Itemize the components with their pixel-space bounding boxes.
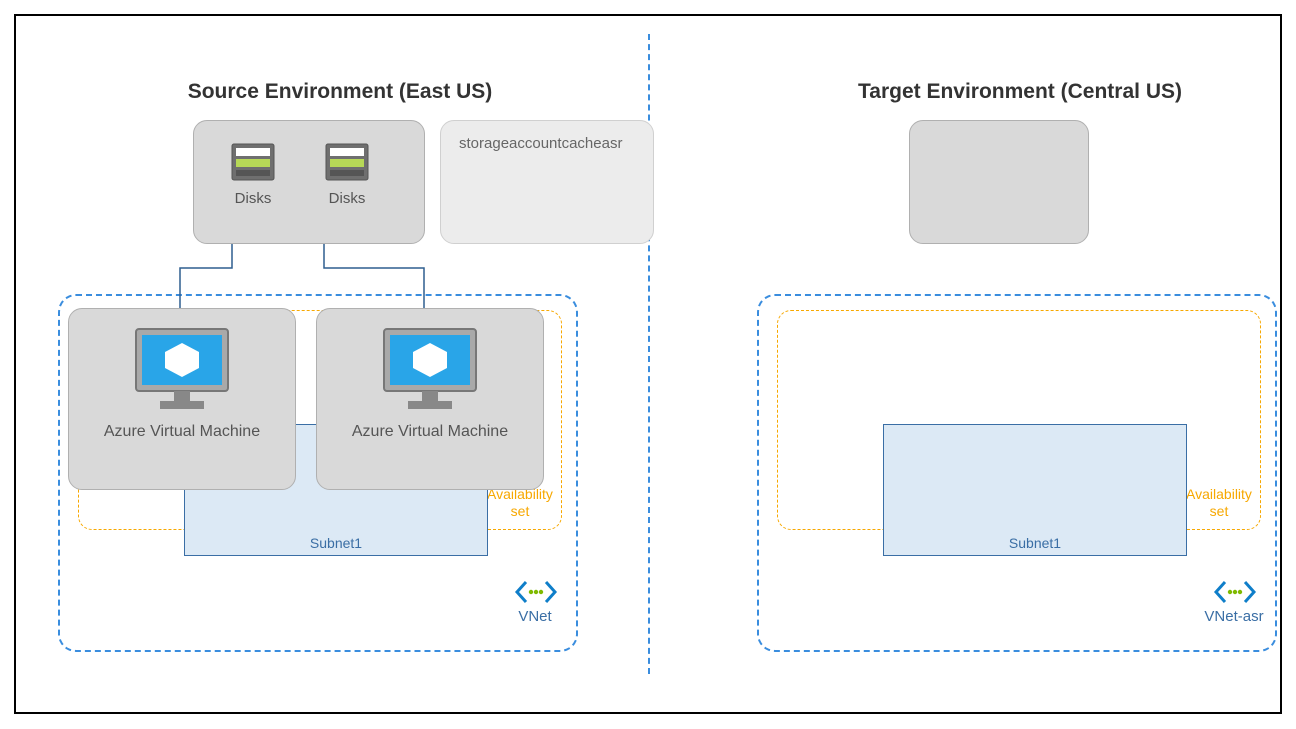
target-subnet-label: Subnet1 — [884, 535, 1186, 551]
vm-icon — [382, 327, 478, 418]
source-title: Source Environment (East US) — [140, 80, 540, 104]
disk-icon — [231, 143, 275, 181]
source-disks-box: Disks Disks — [193, 120, 425, 244]
vm-icon — [134, 327, 230, 418]
source-vm-1: Azure Virtual Machine — [68, 308, 296, 490]
vm-1-label: Azure Virtual Machine — [69, 423, 295, 441]
target-title: Target Environment (Central US) — [820, 80, 1220, 104]
source-availability-label: Availability set — [480, 486, 560, 520]
vnet-icon — [1213, 579, 1257, 610]
storage-cache-label: storageaccountcacheasr — [459, 135, 622, 152]
target-subnet: Subnet1 — [883, 424, 1187, 556]
vnet-icon — [514, 579, 558, 610]
source-vm-2: Azure Virtual Machine — [316, 308, 544, 490]
disk-1-label: Disks — [218, 190, 288, 207]
disk-2: Disks — [312, 143, 382, 207]
storage-cache-box: storageaccountcacheasr — [440, 120, 654, 244]
target-vnet: Availability set Subnet1 VNet-asr — [757, 294, 1277, 652]
disk-1: Disks — [218, 143, 288, 207]
disk-icon — [325, 143, 369, 181]
target-vnet-label: VNet-asr — [1189, 608, 1279, 625]
target-availability-label: Availability set — [1179, 486, 1259, 520]
target-placeholder-box — [909, 120, 1089, 244]
source-vnet-label: VNet — [500, 608, 570, 625]
vm-2-label: Azure Virtual Machine — [317, 423, 543, 441]
source-subnet-label: Subnet1 — [185, 535, 487, 551]
disk-2-label: Disks — [312, 190, 382, 207]
